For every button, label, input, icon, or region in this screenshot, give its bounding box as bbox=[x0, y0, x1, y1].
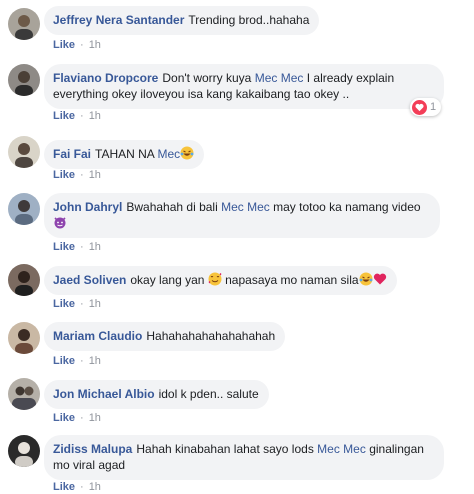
comment-text: Hahah kinabahan lahat sayo lods bbox=[136, 442, 314, 456]
comment-time[interactable]: 1h bbox=[89, 39, 101, 51]
comment-author[interactable]: Jaed Soliven bbox=[53, 273, 126, 287]
comment-meta: Like · 1h bbox=[53, 297, 101, 311]
separator: · bbox=[80, 39, 84, 51]
separator: · bbox=[80, 355, 84, 367]
comment-author[interactable]: Jon Michael Albio bbox=[53, 387, 155, 401]
comment-text: Bwahahah di bali bbox=[126, 200, 218, 214]
comment-time[interactable]: 1h bbox=[89, 241, 101, 253]
like-button[interactable]: Like bbox=[53, 298, 75, 310]
comment-meta: Like · 1h bbox=[53, 240, 101, 254]
comment-text: okay lang yan bbox=[130, 273, 205, 287]
comment-text: Trending brod..hahaha bbox=[188, 13, 310, 27]
purple-devil-emoji bbox=[54, 217, 66, 229]
comment-bubble: Fai Fai TAHAN NA Mec bbox=[44, 140, 205, 169]
avatar[interactable] bbox=[8, 136, 40, 168]
comment-time[interactable]: 1h bbox=[89, 298, 101, 310]
laughing-tears-emoji bbox=[359, 272, 373, 286]
red-heart-emoji bbox=[373, 273, 386, 285]
comment-bubble: Jaed Soliven okay lang yan napasaya mo na… bbox=[44, 266, 397, 295]
avatar[interactable] bbox=[8, 435, 40, 467]
comment-text: TAHAN NA bbox=[95, 147, 155, 161]
comment-time[interactable]: 1h bbox=[89, 412, 101, 424]
comment-mention[interactable]: Mec Mec bbox=[221, 200, 270, 214]
comment-text: ginalingan bbox=[369, 442, 424, 456]
separator: · bbox=[80, 412, 84, 424]
reaction-badge[interactable]: 1 bbox=[410, 98, 442, 116]
comment-bubble: Jeffrey Nera Santander Trending brod..hah… bbox=[44, 6, 320, 35]
comment-time[interactable]: 1h bbox=[89, 481, 101, 493]
comment-text: Don't worry kuya bbox=[162, 71, 252, 85]
comment-text: Hahahahahahahahahah bbox=[146, 329, 276, 343]
comment-time[interactable]: 1h bbox=[89, 355, 101, 367]
comment-mention[interactable]: Mec Mec bbox=[317, 442, 366, 456]
comment-text: idol k pden.. salute bbox=[158, 387, 259, 401]
comment-author[interactable]: Mariam Claudio bbox=[53, 329, 142, 343]
comment-bubble: John Dahryl Bwahahah di bali Mec Mec may … bbox=[44, 193, 440, 238]
separator: · bbox=[80, 241, 84, 253]
comment-meta: Like · 1h bbox=[53, 168, 101, 182]
comment-author[interactable]: Fai Fai bbox=[53, 147, 91, 161]
laughing-tears-emoji bbox=[180, 146, 194, 160]
like-button[interactable]: Like bbox=[53, 241, 75, 253]
avatar[interactable] bbox=[8, 193, 40, 225]
like-button[interactable]: Like bbox=[53, 39, 75, 51]
comment-author[interactable]: Zidiss Malupa bbox=[53, 442, 132, 456]
comment-time[interactable]: 1h bbox=[89, 169, 101, 181]
comment-bubble: Jon Michael Albio idol k pden.. salute bbox=[44, 380, 269, 409]
heart-reaction-icon bbox=[412, 99, 427, 115]
comment-bubble: Zidiss Malupa Hahah kinabahan lahat sayo … bbox=[44, 435, 444, 480]
comment-meta: Like · 1h bbox=[53, 480, 101, 494]
comment-meta: Like · 1h bbox=[53, 38, 101, 52]
like-button[interactable]: Like bbox=[53, 355, 75, 367]
like-button[interactable]: Like bbox=[53, 110, 75, 122]
separator: · bbox=[80, 298, 84, 310]
comment-meta: Like · 1h bbox=[53, 354, 101, 368]
like-button[interactable]: Like bbox=[53, 169, 75, 181]
comment-mention[interactable]: Mec bbox=[157, 147, 180, 161]
separator: · bbox=[80, 169, 84, 181]
comment-text: may totoo ka namang video bbox=[273, 200, 421, 214]
like-button[interactable]: Like bbox=[53, 412, 75, 424]
avatar[interactable] bbox=[8, 64, 40, 96]
like-button[interactable]: Like bbox=[53, 481, 75, 493]
separator: · bbox=[80, 481, 84, 493]
comment-author[interactable]: John Dahryl bbox=[53, 200, 122, 214]
avatar[interactable] bbox=[8, 8, 40, 40]
comment-bubble: Mariam Claudio Hahahahahahahahahah bbox=[44, 322, 286, 351]
comment-mention[interactable]: Mec Mec bbox=[255, 71, 304, 85]
comment-bubble: Flaviano Dropcore Don't worry kuya Mec Me… bbox=[44, 64, 444, 109]
comment-meta: Like · 1h bbox=[53, 411, 101, 425]
avatar[interactable] bbox=[8, 322, 40, 354]
comment-text: napasaya mo naman sila bbox=[225, 273, 359, 287]
avatar[interactable] bbox=[8, 264, 40, 296]
reaction-count: 1 bbox=[430, 101, 437, 113]
separator: · bbox=[80, 110, 84, 122]
avatar[interactable] bbox=[8, 378, 40, 410]
comment-author[interactable]: Jeffrey Nera Santander bbox=[53, 13, 184, 27]
comment-meta: Like · 1h bbox=[53, 109, 101, 123]
smiling-hearts-emoji bbox=[208, 272, 222, 286]
comment-text: I already explain bbox=[306, 71, 395, 85]
comment-time[interactable]: 1h bbox=[89, 110, 101, 122]
comment-text: everything okey iloveyou isa kang kakaib… bbox=[53, 87, 350, 101]
comment-text: mo viral agad bbox=[53, 458, 126, 472]
comment-author[interactable]: Flaviano Dropcore bbox=[53, 71, 158, 85]
